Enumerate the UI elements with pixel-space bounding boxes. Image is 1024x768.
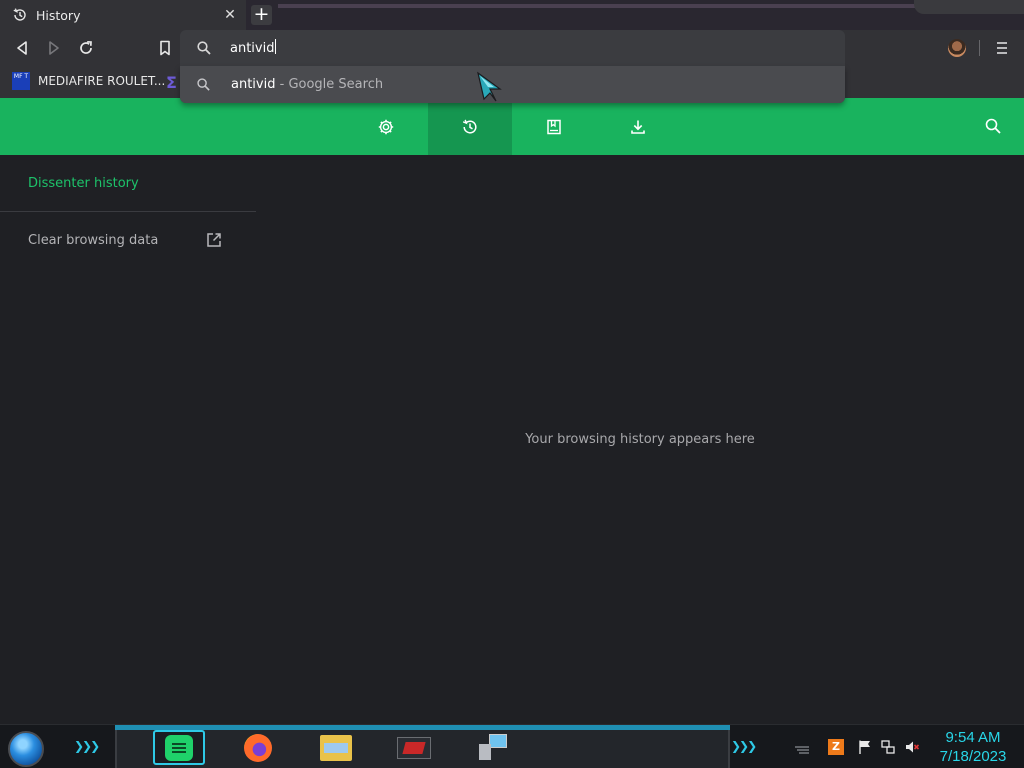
suggestion-text: antivid - Google Search xyxy=(231,77,383,92)
text-caret xyxy=(275,39,277,54)
tab-strip: History ✕ + xyxy=(0,0,1024,30)
taskbar: ❯❯❯ ❯❯❯ Z 9:54 AM 7/18/2023 xyxy=(0,724,1024,768)
bookmark-label: MEDIAFIRE ROULET... xyxy=(38,74,166,88)
nav-bookmarks[interactable] xyxy=(512,98,596,155)
suggestion-item[interactable]: antivid - Google Search xyxy=(180,66,845,103)
back-icon[interactable] xyxy=(13,39,31,57)
sidebar-history-heading[interactable]: Dissenter history xyxy=(28,176,139,191)
tab-title: History xyxy=(36,7,81,23)
nav-downloads[interactable] xyxy=(596,98,680,155)
browser-toolbar: antivid xyxy=(0,30,1024,66)
toolbar-divider xyxy=(979,40,980,56)
clock-time: 9:54 AM xyxy=(945,729,1001,746)
window-frame-decoration xyxy=(914,0,1024,14)
address-text: antivid xyxy=(230,41,275,56)
page-search-icon[interactable] xyxy=(984,117,1002,135)
taskbar-chevron-icon: ❯❯❯ xyxy=(731,739,757,753)
nav-settings[interactable] xyxy=(344,98,428,155)
address-bar[interactable]: antivid xyxy=(180,30,845,66)
tray-stack-icon[interactable] xyxy=(794,739,810,755)
taskbar-app-network[interactable] xyxy=(466,730,518,765)
volume-muted-icon[interactable] xyxy=(904,739,920,755)
profile-avatar[interactable] xyxy=(948,39,966,57)
mouse-cursor-icon xyxy=(477,71,502,102)
address-input[interactable]: antivid xyxy=(230,39,277,56)
new-tab-button[interactable]: + xyxy=(251,5,272,25)
history-icon xyxy=(13,8,26,21)
chat-app-icon xyxy=(165,734,193,761)
red-app-icon xyxy=(397,736,431,759)
external-link-icon[interactable] xyxy=(205,231,223,249)
taskbar-chevron-icon: ❯❯❯ xyxy=(74,739,100,753)
clear-browsing-data-link[interactable]: Clear browsing data xyxy=(28,233,158,248)
start-button[interactable] xyxy=(8,731,44,767)
system-clock[interactable]: 9:54 AM 7/18/2023 xyxy=(932,728,1014,766)
bookmark-sigma-icon[interactable]: Σ xyxy=(166,75,180,91)
suggestion-query: antivid xyxy=(231,77,276,92)
menu-icon[interactable] xyxy=(994,39,1010,57)
bookmark-mediafire[interactable]: MF T MEDIAFIRE ROULET... xyxy=(12,72,165,90)
clock-date: 7/18/2023 xyxy=(939,748,1007,765)
taskbar-app-firefox[interactable] xyxy=(232,730,284,765)
network-icon[interactable] xyxy=(880,739,896,755)
flag-icon[interactable] xyxy=(857,739,873,755)
folder-icon xyxy=(320,734,352,761)
nav-history[interactable] xyxy=(428,98,512,155)
suggestion-suffix: - Google Search xyxy=(275,77,384,92)
forward-icon[interactable] xyxy=(45,39,63,57)
sidebar-divider xyxy=(0,211,256,212)
history-icon xyxy=(462,119,477,133)
mediafire-favicon: MF T xyxy=(12,72,30,90)
omnibox-dropdown: antivid - Google Search xyxy=(180,66,845,103)
reload-icon[interactable] xyxy=(77,39,95,57)
firefox-icon xyxy=(244,733,272,762)
close-tab-icon[interactable]: ✕ xyxy=(222,7,238,23)
taskbar-app-red[interactable] xyxy=(388,730,440,765)
empty-history-message: Your browsing history appears here xyxy=(525,432,755,447)
tab-strip-decoration xyxy=(278,4,938,8)
taskbar-app-chat[interactable] xyxy=(153,730,205,765)
search-icon xyxy=(197,41,211,55)
page-nav-bar xyxy=(0,98,1024,155)
tab-history[interactable]: History ✕ xyxy=(0,0,246,30)
bookmark-icon xyxy=(547,119,561,134)
gear-icon xyxy=(378,119,394,134)
taskbar-app-explorer[interactable] xyxy=(310,730,362,765)
network-app-icon xyxy=(477,733,507,762)
tray-app-icon[interactable]: Z xyxy=(828,739,844,755)
search-icon xyxy=(197,78,210,91)
bookmark-page-icon[interactable] xyxy=(156,39,174,57)
download-icon xyxy=(631,120,645,134)
